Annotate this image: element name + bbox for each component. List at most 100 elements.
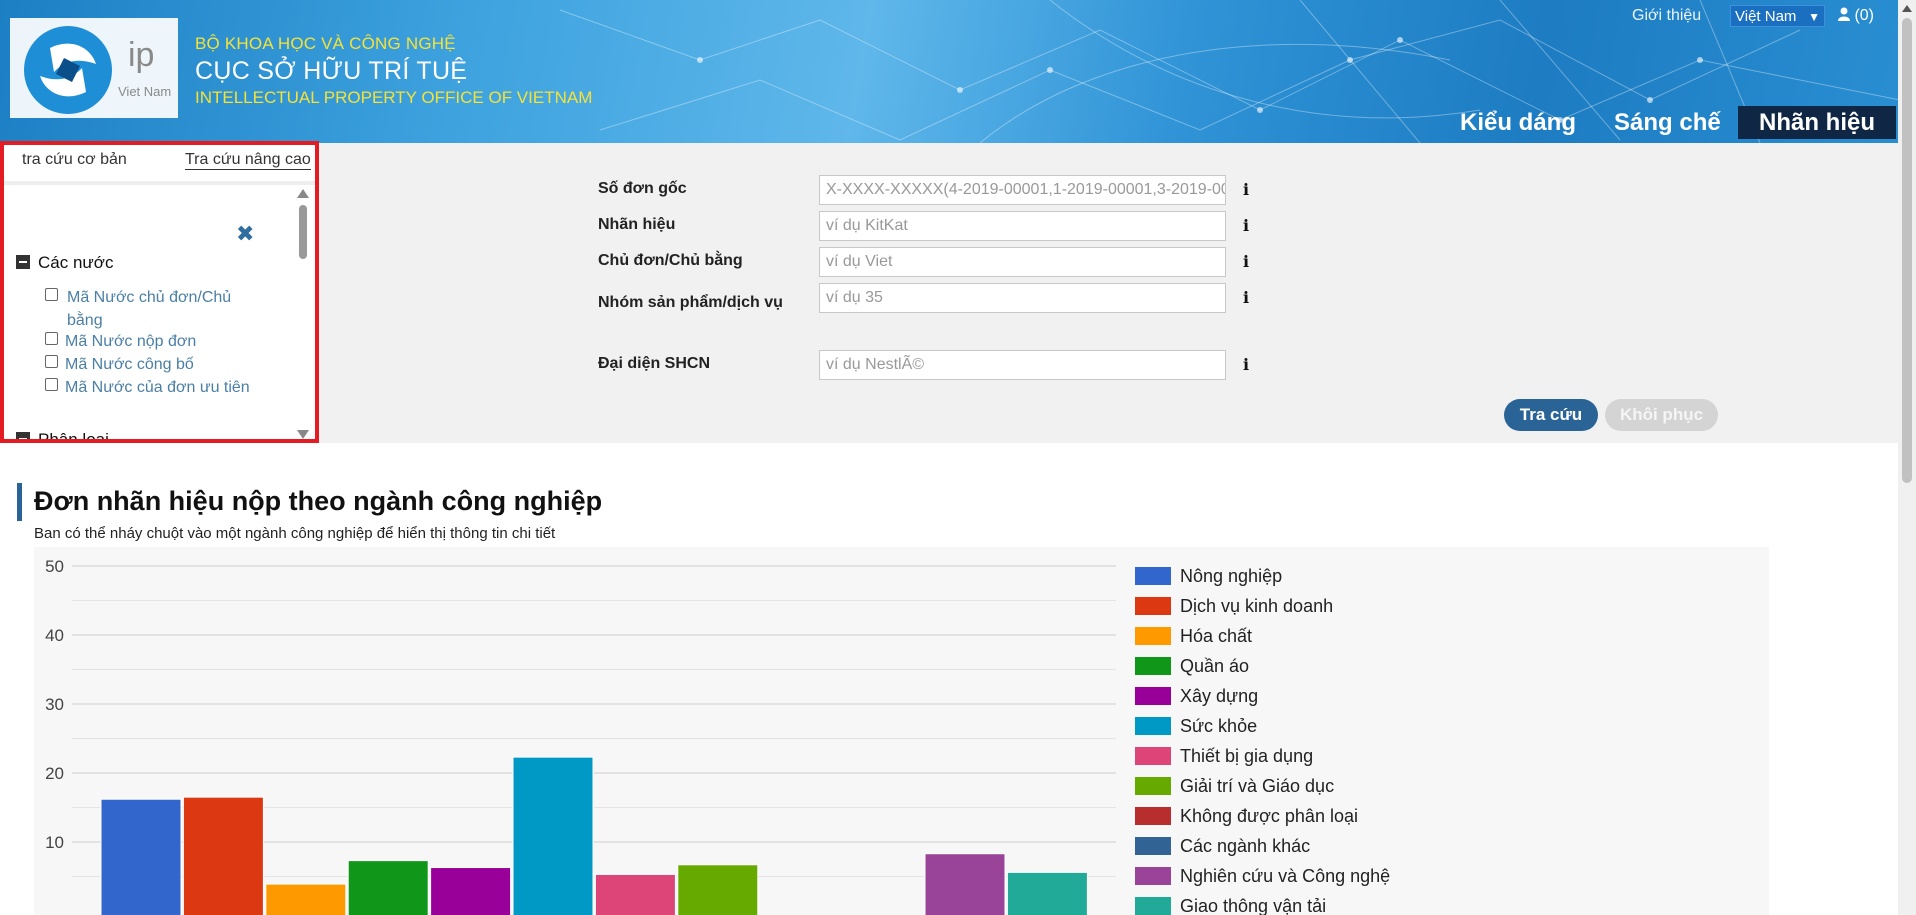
- legend-label: Quần áo: [1180, 656, 1249, 676]
- nav-industrial-design[interactable]: Kiểu dáng: [1460, 106, 1576, 139]
- legend-swatch: [1135, 867, 1171, 885]
- bar-xây-dựng: [430, 867, 512, 915]
- legend-swatch: [1135, 627, 1171, 645]
- y-tick-label: 20: [45, 764, 64, 783]
- section-title: Đơn nhãn hiệu nộp theo ngành công nghiệp: [34, 486, 603, 516]
- checkbox[interactable]: [45, 355, 58, 368]
- label-owner: Chủ đơn/Chủ bằng: [598, 252, 743, 269]
- office-name-en: INTELLECTUAL PROPERTY OFFICE OF VIETNAM: [195, 88, 593, 107]
- nav-trademark[interactable]: Nhãn hiệu: [1738, 106, 1896, 139]
- bar-hóa-chất: [265, 883, 347, 915]
- legend-swatch: [1135, 717, 1171, 735]
- legend-swatch: [1135, 597, 1171, 615]
- info-icon[interactable]: i: [1243, 216, 1249, 235]
- filter-scrollbar[interactable]: [294, 185, 312, 439]
- section-subtitle: Ban có thể nháy chuột vào một ngành công…: [34, 525, 556, 542]
- scroll-thumb[interactable]: [299, 205, 307, 259]
- legend-label: Sức khỏe: [1180, 716, 1257, 736]
- info-icon[interactable]: i: [1243, 288, 1249, 307]
- info-icon[interactable]: i: [1243, 355, 1249, 374]
- scroll-down-icon[interactable]: [297, 430, 309, 439]
- bar-dịch-vụ-kinh-doanh: [182, 796, 264, 915]
- filter-group-classification[interactable]: Phân loại: [16, 430, 109, 439]
- cart-count: (0): [1854, 7, 1875, 24]
- representative-input[interactable]: ví dụ NestlÃ©: [819, 350, 1226, 380]
- owner-input[interactable]: ví dụ Viet: [819, 247, 1226, 277]
- legend-label: Nghiên cứu và Công nghệ: [1180, 866, 1390, 886]
- filter-filing-country[interactable]: Mã Nước nộp đơn: [45, 332, 196, 351]
- label-trademark: Nhãn hiệu: [598, 216, 676, 233]
- legend-label: Giải trí và Giáo dục: [1180, 776, 1334, 796]
- trademark-input[interactable]: ví dụ KitKat: [819, 211, 1226, 241]
- logo-text: ip: [128, 36, 155, 74]
- scroll-up-icon[interactable]: [1902, 5, 1912, 12]
- bar-sức-khỏe: [512, 756, 594, 915]
- filter-label: Mã Nước của đơn ưu tiên: [65, 379, 250, 396]
- label-representative: Đại diện SHCN: [598, 355, 711, 372]
- label-goods-class: Nhóm sản phẩm/dịch vụ: [598, 294, 783, 311]
- tab-basic-search[interactable]: tra cứu cơ bản: [22, 151, 127, 169]
- bar-quần-áo: [347, 860, 429, 915]
- legend-label: Dịch vụ kinh doanh: [1180, 596, 1333, 616]
- logo-country: Viet Nam: [118, 84, 172, 99]
- bar-thiết-bị-gia-dụng: [594, 873, 676, 915]
- intro-link[interactable]: Giới thiệu: [1632, 7, 1701, 25]
- language-select[interactable]: Việt Nam ▼: [1730, 5, 1825, 27]
- user-icon: [1838, 7, 1850, 21]
- user-cart[interactable]: (0): [1838, 7, 1874, 25]
- info-icon[interactable]: i: [1243, 252, 1249, 271]
- office-name-vn: CỤC SỞ HỮU TRÍ TUỆ: [195, 57, 468, 85]
- language-value: Việt Nam: [1735, 8, 1797, 25]
- scroll-thumb[interactable]: [1902, 18, 1912, 483]
- site-header: ip Viet Nam BỘ KHOA HỌC VÀ CÔNG NGHỆ CỤC…: [0, 0, 1916, 143]
- legend-label: Nông nghiệp: [1180, 566, 1282, 586]
- checkbox[interactable]: [45, 288, 58, 301]
- legend-label: Không được phân loại: [1180, 806, 1358, 826]
- info-icon[interactable]: i: [1243, 180, 1249, 199]
- page-scrollbar[interactable]: [1898, 0, 1916, 915]
- filter-publication-country[interactable]: Mã Nước công bố: [45, 355, 194, 374]
- y-tick-label: 30: [45, 695, 64, 714]
- collapse-icon[interactable]: [16, 432, 30, 439]
- chart-canvas: 50 40 30 20 10 Nông nghiệp Dịch vụ kinh doanh H…: [45, 557, 1390, 915]
- collapse-icon[interactable]: [16, 255, 30, 269]
- original-number-input[interactable]: X-XXXX-XXXXX(4-2019-00001,1-2019-00001,3…: [819, 175, 1226, 205]
- label-original-number: Số đơn gốc: [598, 180, 687, 197]
- legend-label: Xây dựng: [1180, 686, 1258, 706]
- filter-list[interactable]: ✖ Các nước Mã Nước chủ đơn/Chủ bằng Mã N…: [4, 181, 315, 439]
- nav-patent[interactable]: Sáng chế: [1614, 106, 1721, 139]
- bar-giải-trí-và-giáo-dục: [677, 864, 759, 915]
- legend-swatch: [1135, 747, 1171, 765]
- goods-class-input[interactable]: ví dụ 35: [819, 283, 1226, 313]
- bar-giao-thông-vận-tải: [1006, 871, 1088, 915]
- filter-group-title: Các nước: [38, 253, 114, 272]
- legend-swatch: [1135, 567, 1171, 585]
- reset-button[interactable]: Khôi phục: [1605, 399, 1718, 431]
- search-button[interactable]: Tra cứu: [1504, 399, 1598, 431]
- bar-nghiên-cứu-và-công-nghệ: [924, 853, 1006, 915]
- legend-label: Thiết bị gia dụng: [1180, 746, 1313, 766]
- ministry-name: BỘ KHOA HỌC VÀ CÔNG NGHỆ: [195, 34, 456, 53]
- legend-swatch: [1135, 777, 1171, 795]
- filter-group-countries[interactable]: Các nước: [16, 253, 113, 273]
- legend-label: Các ngành khác: [1180, 836, 1310, 856]
- checkbox[interactable]: [45, 332, 58, 345]
- legend-swatch: [1135, 657, 1171, 675]
- close-icon[interactable]: ✖: [236, 221, 254, 247]
- legend-swatch: [1135, 837, 1171, 855]
- filter-label: Mã Nước công bố: [65, 356, 194, 373]
- filter-tabs: tra cứu cơ bản Tra cứu nâng cao: [4, 145, 315, 181]
- tab-advanced-search[interactable]: Tra cứu nâng cao: [185, 151, 311, 170]
- y-tick-label: 50: [45, 557, 64, 576]
- scroll-up-icon[interactable]: [297, 189, 309, 198]
- filter-group-title: Phân loại: [38, 430, 109, 439]
- industry-chart: 50 40 30 20 10 Nông nghiệp Dịch vụ kinh doanh H…: [34, 547, 1769, 915]
- legend-label: Hóa chất: [1180, 626, 1252, 646]
- chevron-down-icon: ▼: [1808, 10, 1820, 24]
- y-tick-label: 40: [45, 626, 64, 645]
- checkbox[interactable]: [45, 378, 58, 391]
- legend-swatch: [1135, 807, 1171, 825]
- filter-priority-country[interactable]: Mã Nước của đơn ưu tiên: [45, 378, 250, 397]
- filter-label: Mã Nước nộp đơn: [65, 333, 197, 350]
- bar-nông-nghiệp: [100, 798, 182, 915]
